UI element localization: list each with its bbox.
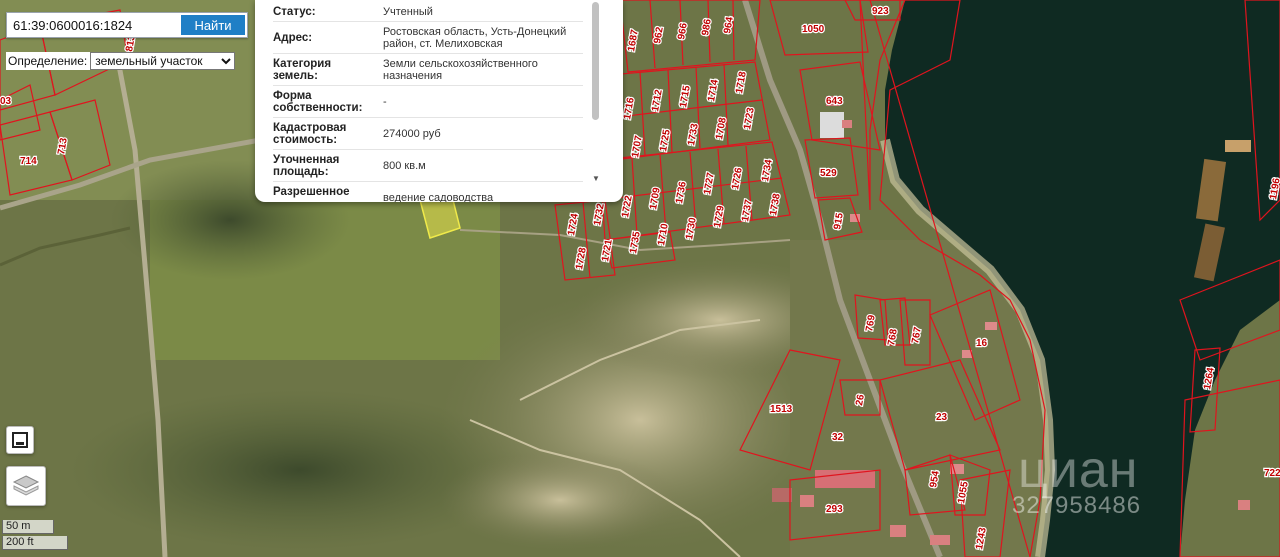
info-value: Земли сельскохозяйственного назначения	[383, 58, 538, 82]
parcel-label: 722	[1264, 468, 1280, 479]
building	[890, 525, 906, 537]
info-value: ведение садоводства	[383, 192, 494, 202]
parcel-label: 714	[20, 156, 37, 167]
definition-select[interactable]: земельный участок	[90, 52, 236, 70]
parcel-label: 03	[0, 96, 12, 107]
popup-scrollbar-thumb[interactable]	[592, 2, 599, 120]
scale-imperial: 200 ft	[2, 536, 68, 550]
building	[985, 322, 997, 330]
parcel-info-table: Статус: Учтенный Адрес: Ростовская облас…	[273, 0, 583, 202]
barge	[1225, 140, 1251, 152]
parcel-label: 923	[872, 6, 889, 17]
cadastral-search-bar: Найти	[6, 12, 248, 38]
parcel-info-popup: Статус: Учтенный Адрес: Ростовская облас…	[255, 0, 623, 202]
info-label: Кадастровая стоимость:	[273, 122, 347, 146]
parcel-label: 293	[826, 504, 843, 515]
parcel-label: 16	[976, 338, 988, 349]
definition-row: Определение: земельный участок	[6, 52, 236, 70]
layers-button[interactable]	[6, 466, 46, 506]
info-row-cadastral-value: Кадастровая стоимость: 274000 руб	[273, 118, 583, 150]
info-label: Категория земель:	[273, 58, 332, 82]
info-label: Адрес:	[273, 32, 313, 44]
info-value: -	[383, 96, 387, 108]
scale-metric: 50 m	[2, 520, 54, 534]
parcel-label: 32	[832, 432, 844, 443]
info-label: Статус:	[273, 6, 316, 18]
popup-scrollbar[interactable]: ▼	[591, 0, 601, 190]
info-value: Учтенный	[383, 6, 433, 18]
layers-icon	[12, 475, 40, 496]
info-row-ownership: Форма собственности: -	[273, 86, 583, 118]
info-label: Уточненная площадь:	[273, 154, 340, 178]
parcel-label: 1513	[770, 404, 793, 415]
find-button[interactable]: Найти	[181, 15, 245, 35]
watermark-brand: циан	[1018, 441, 1139, 499]
sandy-clearing	[440, 450, 680, 550]
info-row-area: Уточненная площадь: 800 кв.м	[273, 150, 583, 182]
watermark-phone: 327958486	[1012, 492, 1142, 519]
info-row-land-category: Категория земель: Земли сельскохозяйстве…	[273, 54, 583, 86]
definition-label: Определение:	[8, 54, 88, 68]
fullscreen-button[interactable]	[6, 426, 34, 454]
info-row-permitted-use: Разрешенное ведение садоводства	[273, 182, 583, 202]
building	[815, 470, 875, 488]
info-label: Разрешенное	[273, 186, 350, 198]
building	[820, 112, 844, 138]
parcel-label: 23	[936, 412, 948, 423]
parcel-label: 1050	[802, 24, 825, 35]
building	[950, 464, 964, 474]
parcel-label: 643	[826, 96, 843, 107]
fullscreen-icon	[12, 432, 28, 448]
building	[800, 495, 814, 507]
info-label: Форма собственности:	[273, 90, 363, 114]
info-row-address: Адрес: Ростовская область, Усть-Донецкий…	[273, 22, 583, 54]
building	[1238, 500, 1250, 510]
info-value: Ростовская область, Усть-Донецкий район,…	[383, 26, 567, 50]
parcel-label: 529	[820, 168, 837, 179]
info-value: 800 кв.м	[383, 160, 426, 172]
building	[772, 488, 792, 502]
building	[930, 535, 950, 545]
info-row-status: Статус: Учтенный	[273, 0, 583, 22]
info-value: 274000 руб	[383, 128, 441, 140]
cadastral-number-input[interactable]	[7, 13, 179, 37]
building	[842, 120, 852, 128]
scroll-down-arrow-icon[interactable]: ▼	[591, 174, 601, 183]
